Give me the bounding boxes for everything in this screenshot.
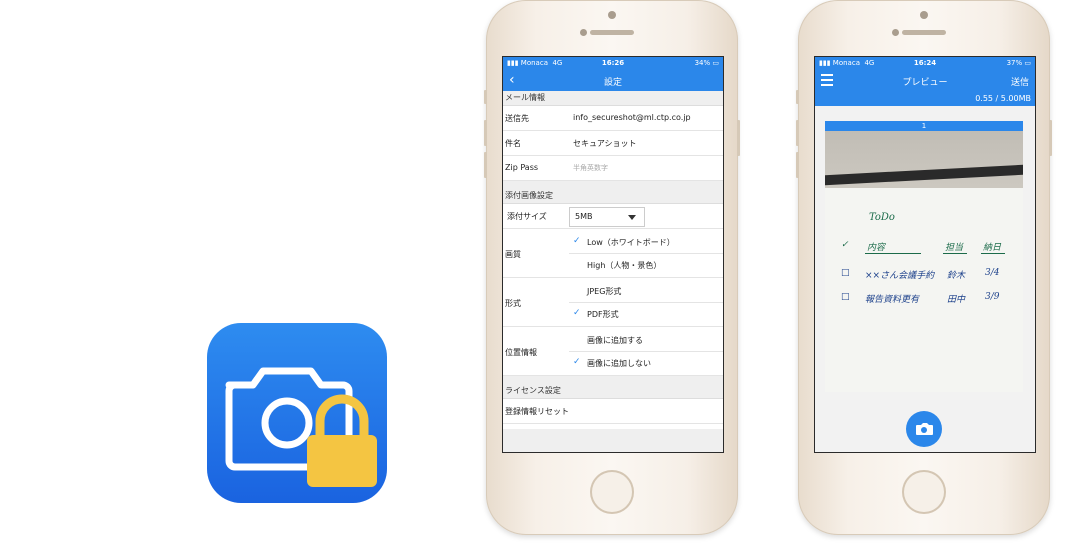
whiteboard-due: 3/4 — [985, 268, 1000, 278]
format-row: 形式 JPEG形式 ✓ PDF形式 — [503, 278, 723, 327]
format-option-jpeg[interactable]: JPEG形式 — [587, 286, 621, 297]
earpiece-speaker — [590, 30, 634, 35]
phone-preview: ▮▮▮ Monaca 4G 16:24 37% ▭ プレビュー 送信 0.55 … — [796, 0, 1052, 535]
attach-size-select[interactable]: 5MB — [569, 207, 645, 227]
earpiece-speaker — [902, 30, 946, 35]
status-time: 16:24 — [913, 59, 937, 67]
checkmark-icon: ✓ — [573, 357, 581, 367]
status-time: 16:26 — [601, 59, 625, 67]
camera-lock-icon — [225, 367, 377, 487]
captured-photo[interactable]: ToDo ✓ 内容 担当 納日 □ ××さん会議手約 鈴木 3/4 □ 報告資料… — [825, 122, 1023, 392]
recipient-row[interactable]: 送信先 info_secureshot@ml.ctp.co.jp — [503, 106, 723, 131]
format-option-pdf[interactable]: PDF形式 — [587, 309, 619, 320]
subject-label: 件名 — [505, 139, 521, 148]
checkbox-icon: □ — [841, 268, 850, 278]
zip-pass-field[interactable]: 半角英数字 — [573, 163, 608, 173]
whiteboard-header-content: 内容 — [867, 243, 886, 253]
page-number-label: 1 — [825, 121, 1023, 131]
settings-screen: ▮▮▮ Monaca 4G 16:26 34% ▭ ‹ 設定 メール情報 送信先… — [502, 56, 724, 453]
battery-level: 34% — [694, 59, 711, 67]
app-icon — [207, 323, 387, 503]
home-button[interactable] — [902, 470, 946, 514]
whiteboard-title: ToDo — [869, 212, 895, 223]
recipient-label: 送信先 — [505, 114, 529, 123]
preview-screen: ▮▮▮ Monaca 4G 16:24 37% ▭ プレビュー 送信 0.55 … — [814, 56, 1036, 453]
reset-registration-row[interactable]: 登録情報リセット — [503, 399, 723, 424]
home-button[interactable] — [590, 470, 634, 514]
camera-button[interactable] — [906, 411, 942, 447]
underline — [943, 253, 967, 254]
zip-pass-label: Zip Pass — [505, 163, 539, 172]
section-header-attach: 添付画像設定 — [503, 189, 723, 204]
whiteboard-surface — [825, 188, 1023, 392]
quality-option-low[interactable]: Low（ホワイトボード） — [587, 237, 675, 248]
underline — [981, 253, 1005, 254]
send-button[interactable]: 送信 — [1011, 75, 1029, 88]
page-title: 設定 — [603, 78, 622, 88]
quality-row: 画質 ✓ Low（ホワイトボード） High（人物・景色） — [503, 229, 723, 278]
checkbox-icon: □ — [841, 292, 850, 302]
option-divider — [569, 302, 723, 303]
whiteboard-owner: 田中 — [947, 295, 966, 305]
location-label: 位置情報 — [505, 348, 537, 357]
nav-bar: ‹ 設定 — [503, 70, 723, 91]
subject-field[interactable]: セキュアショット — [573, 138, 637, 149]
location-option-add[interactable]: 画像に追加する — [587, 335, 643, 346]
format-label: 形式 — [505, 299, 521, 308]
checkmark-icon: ✓ — [573, 308, 581, 318]
section-gap — [503, 376, 723, 384]
list-footer — [503, 429, 723, 452]
front-camera — [920, 11, 928, 19]
dropdown-arrow-icon — [628, 215, 636, 220]
battery-level: 37% — [1006, 59, 1023, 67]
battery-icon: ▭ — [712, 59, 719, 67]
attach-size-value: 5MB — [575, 212, 593, 221]
whiteboard-task: ××さん会議手約 — [865, 271, 935, 281]
attach-size-label: 添付サイズ — [507, 212, 547, 221]
page-title: プレビュー — [902, 78, 948, 88]
status-bar: ▮▮▮ Monaca 4G 16:26 34% ▭ — [503, 57, 723, 70]
location-option-none[interactable]: 画像に追加しない — [587, 358, 651, 369]
front-camera — [608, 11, 616, 19]
camera-icon — [916, 423, 933, 435]
underline — [865, 253, 921, 254]
front-sensor — [580, 29, 587, 36]
section-gap — [503, 181, 723, 189]
nav-bar: プレビュー 送信 — [815, 70, 1035, 91]
location-row: 位置情報 画像に追加する ✓ 画像に追加しない — [503, 327, 723, 376]
subject-row[interactable]: 件名 セキュアショット — [503, 131, 723, 156]
quality-label: 画質 — [505, 250, 521, 259]
checkmark-icon: ✓ — [573, 236, 581, 246]
option-divider — [569, 253, 723, 254]
whiteboard-header-owner: 担当 — [945, 243, 964, 253]
section-header-mail: メール情報 — [503, 91, 723, 106]
quality-option-high[interactable]: High（人物・景色） — [587, 260, 661, 271]
section-header-license: ライセンス設定 — [503, 384, 723, 399]
zip-pass-row[interactable]: Zip Pass 半角英数字 — [503, 156, 723, 181]
whiteboard-due: 3/9 — [985, 292, 1000, 302]
attach-size-row: 添付サイズ 5MB — [503, 204, 723, 229]
reset-registration-label[interactable]: 登録情報リセット — [505, 406, 569, 417]
whiteboard-task: 報告資料更有 — [865, 295, 920, 305]
battery-icon: ▭ — [1024, 59, 1031, 67]
size-info: 0.55 / 5.00MB — [815, 91, 1035, 106]
checkmark-icon: ✓ — [841, 240, 849, 250]
preview-area: ToDo ✓ 内容 担当 納日 □ ××さん会議手約 鈴木 3/4 □ 報告資料… — [815, 106, 1035, 452]
whiteboard-owner: 鈴木 — [947, 271, 966, 281]
front-sensor — [892, 29, 899, 36]
whiteboard-header-due: 納日 — [983, 243, 1002, 253]
option-divider — [569, 351, 723, 352]
status-bar: ▮▮▮ Monaca 4G 16:24 37% ▭ — [815, 57, 1035, 70]
phone-settings: ▮▮▮ Monaca 4G 16:26 34% ▭ ‹ 設定 メール情報 送信先… — [484, 0, 740, 535]
recipient-field[interactable]: info_secureshot@ml.ctp.co.jp — [573, 113, 691, 122]
